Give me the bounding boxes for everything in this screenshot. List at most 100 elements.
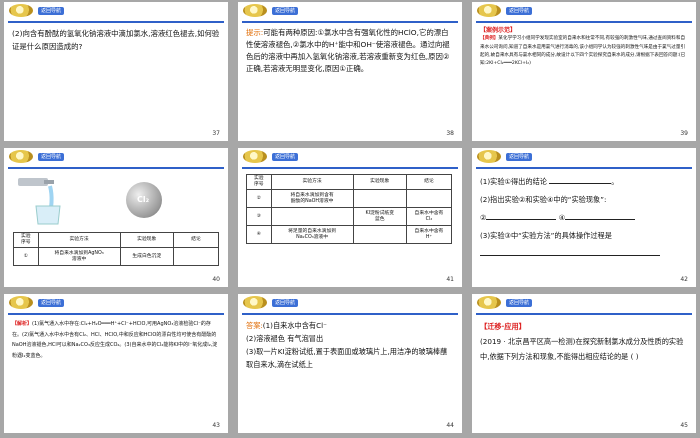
page-number: 43 [212,422,220,429]
slide-44[interactable]: 返回导航 答案:(1)自来水中含有Cl⁻ (2)溶液褪色 有气泡冒出 (3)取一… [238,294,462,433]
page-number: 45 [680,422,688,429]
slide-43[interactable]: 返回导航 【解析】(1)氯气通入水中存在:Cl₂+H₂O═══H⁺+Cl⁻+HC… [4,294,228,433]
header-rule [8,167,224,169]
page-number: 42 [680,276,688,283]
hint-label: 提示: [246,28,264,37]
slide-header: 返回导航 [4,294,228,312]
answer-blank [480,245,660,256]
table-cell [352,225,407,244]
table-header-cell: 实验方法 [37,232,121,248]
school-logo [9,150,33,163]
school-logo [477,150,501,163]
case-label: 【案例示范】 [480,27,517,34]
table-cell: 生成白色沉淀 [119,247,174,266]
analysis-label: 【解析】 [12,321,33,327]
table-cell: 将自来水滴加到含有 酚酞的NaOH溶液中 [270,189,354,208]
back-nav-button[interactable]: 返回导航 [38,7,64,15]
slide-header: 返回导航 [238,148,462,166]
question-line: (3)实验③中“实验方法”的具体操作过程是 [480,231,612,240]
page-number: 37 [212,130,220,137]
table-header-cell: 实验 序号 [246,174,272,190]
table-row: ④ 将足量的自来水滴加到 Na₂CO₃溶液中 自来水中含有 H⁺ [246,225,453,244]
back-nav-button[interactable]: 返回导航 [272,7,298,15]
answer-label: 答案: [246,321,263,330]
slide-42[interactable]: 返回导航 (1)实验①得出的结论 。 (2)指出实验②和实验④中的“实验现象”:… [472,148,696,287]
table-cell: 将足量的自来水滴加到 Na₂CO₃溶液中 [270,225,354,244]
back-nav-button[interactable]: 返回导航 [506,299,532,307]
question-text: (2019 · 北京昌平区高一检测)在探究新制氯水成分及性质的实验中,依据下列方… [480,337,684,361]
table-row: ② 将自来水滴加到含有 酚酞的NaOH溶液中 [246,189,453,208]
table-header-cell: 实验现象 [352,174,407,190]
table-cell [270,207,354,226]
school-logo [477,4,501,17]
page-number: 44 [446,422,454,429]
table-row: ③ KI淀粉试纸变 蓝色 自来水中含有 Cl₂ [246,207,453,226]
back-nav-button[interactable]: 返回导航 [38,153,64,161]
header-rule [8,21,224,23]
slide-41[interactable]: 返回导航 实验 序号 实验方法 实验现象 结论 ② 将自来水滴加到含有 酚酞的NaOH溶液中 ③… [238,148,462,287]
analysis-text: (1)氯气通入水中存在:Cl₂+H₂O═══H⁺+Cl⁻+HClO,可用AgNO… [12,321,218,359]
table-cell: ③ [246,207,272,226]
table-cell [172,247,220,266]
question-list: (1)实验①得出的结论 。 (2)指出实验②和实验④中的“实验现象”: ② ④ … [480,173,688,256]
table-header-cell: 结论 [172,232,220,248]
answer-block: 答案:(1)自来水中含有Cl⁻ (2)溶液褪色 有气泡冒出 (3)取一片KI淀粉… [246,319,454,371]
slide-text: 提示:可能有两种原因:①氯水中含有强氧化性的HClO,它的漂白性使溶液褪色,②氯… [246,27,454,75]
table-cell: KI淀粉试纸变 蓝色 [352,207,407,226]
table-cell: 将自来水滴加到AgNO₃ 溶液中 [37,247,121,266]
header-rule [476,167,692,169]
slide-text: 【案例示范】 【典例】某化学学习小组同学发现实验室的自来水和往常不同,有较强的刺… [480,27,688,68]
table-cell [405,189,453,208]
answer-line: (3)取一片KI淀粉试纸,置于表面皿或玻璃片上,用洁净的玻璃棒蘸取自来水,滴在试… [246,347,448,369]
slide-text: 【解析】(1)氯气通入水中存在:Cl₂+H₂O═══H⁺+Cl⁻+HClO,可用… [12,319,220,361]
back-nav-button[interactable]: 返回导航 [506,153,532,161]
slide-header: 返回导航 [472,2,696,20]
hint-text: 可能有两种原因:①氯水中含有强氧化性的HClO,它的漂白性使溶液褪色,②氯水中的… [246,28,450,73]
typical-label: 【典例】 [480,36,499,42]
table-cell: 自来水中含有 H⁺ [405,225,453,244]
slide-45[interactable]: 返回导航 【迁移·应用】 (2019 · 北京昌平区高一检测)在探究新制氯水成分… [472,294,696,433]
school-logo [9,4,33,17]
header-rule [242,313,458,315]
page-number: 41 [446,276,454,283]
table-header-row: 实验 序号 实验方法 实验现象 结论 [13,232,220,248]
page-number: 39 [680,130,688,137]
slide-40[interactable]: 返回导航 Cl₂ 实验 序号 实验方法 实验现象 结论 ① 将自来水滴加到AgNO₃ 溶液中生… [4,148,228,287]
back-nav-button[interactable]: 返回导航 [272,153,298,161]
school-logo [243,296,267,309]
table-header-cell: 实验方法 [270,174,354,190]
back-nav-button[interactable]: 返回导航 [38,299,64,307]
table-cell [352,189,407,208]
slide-header: 返回导航 [238,294,462,312]
slide-text: 【迁移·应用】 (2019 · 北京昌平区高一检测)在探究新制氯水成分及性质的实… [480,319,688,364]
table-cell: ① [13,247,39,266]
slide-37[interactable]: 返回导航 (2)向含有酚酞的氢氧化钠溶液中滴加氯水,溶液红色褪去,如何验证是什么… [4,2,228,141]
question-line: ② ④ [480,209,688,227]
school-logo [243,4,267,17]
table-header-cell: 实验 序号 [13,232,39,248]
experiment-table: 实验 序号 实验方法 实验现象 结论 ① 将自来水滴加到AgNO₃ 溶液中 生成白色沉淀 [13,232,220,266]
header-rule [476,21,692,23]
page-number: 40 [212,276,220,283]
back-nav-button[interactable]: 返回导航 [506,7,532,15]
case-text: 某化学学习小组同学发现实验室的自来水和往常不同,有较强的刺激性气味,通过查阅资料… [480,36,686,67]
table-cell: ② [246,189,272,208]
back-nav-button[interactable]: 返回导航 [272,299,298,307]
slide-38[interactable]: 返回导航 提示:可能有两种原因:①氯水中含有强氧化性的HClO,它的漂白性使溶液… [238,2,462,141]
table-cell: ④ [246,225,272,244]
slide-39[interactable]: 返回导航 【案例示范】 【典例】某化学学习小组同学发现实验室的自来水和往常不同,… [472,2,696,141]
slide-header: 返回导航 [4,2,228,20]
table-header-cell: 实验现象 [119,232,174,248]
slide-header: 返回导航 [4,148,228,166]
table-header-row: 实验 序号 实验方法 实验现象 结论 [246,174,453,190]
question-line: (2)指出实验②和实验④中的“实验现象”: [480,195,607,204]
answer-line: (2)溶液褪色 有气泡冒出 [246,334,324,343]
chlorine-label: Cl₂ [137,195,150,204]
question-line: (1)实验①得出的结论 。 [480,177,619,186]
header-rule [8,313,224,315]
slide-header: 返回导航 [238,2,462,20]
slide-text: (2)向含有酚酞的氢氧化钠溶液中滴加氯水,溶液红色褪去,如何验证是什么原因造成的… [12,29,220,51]
school-logo [477,296,501,309]
school-logo [243,150,267,163]
table-row: ① 将自来水滴加到AgNO₃ 溶液中 生成白色沉淀 [13,247,220,266]
